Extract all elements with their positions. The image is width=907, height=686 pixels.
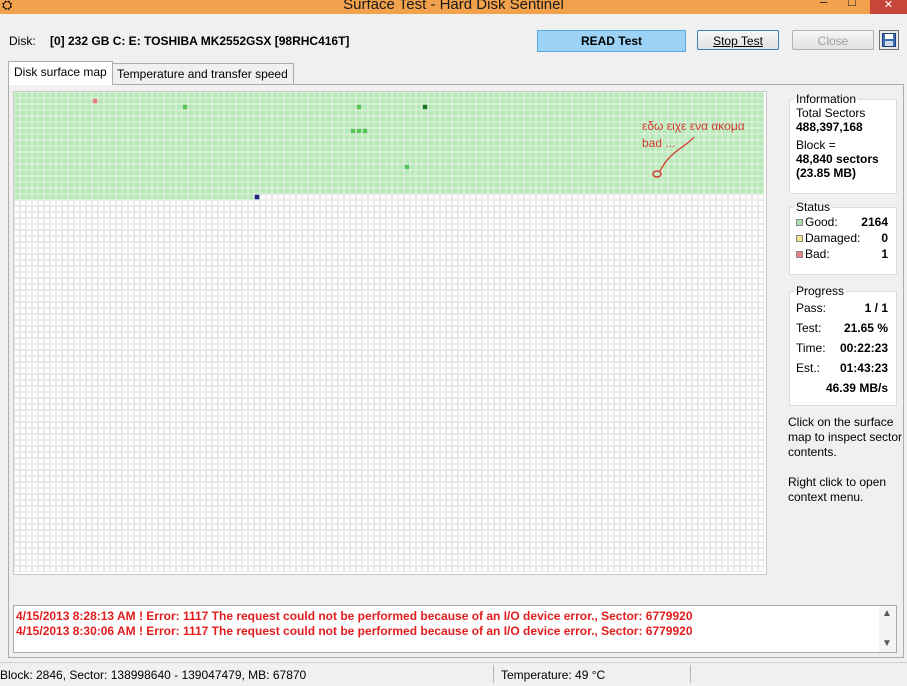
status-good-row: Good: 2164 [796, 214, 890, 230]
time-label: Time: [796, 341, 826, 355]
status-separator [690, 665, 691, 683]
damaged-swatch-icon [796, 235, 803, 243]
bad-label: Bad: [805, 247, 830, 261]
scroll-down-icon[interactable]: ▼ [882, 638, 892, 649]
log-line: 4/15/2013 8:30:06 AM ! Error: 1117 The r… [16, 624, 693, 638]
minimize-icon[interactable]: – [820, 0, 827, 9]
close-button[interactable]: Close [792, 30, 874, 50]
status-bar: Block: 2846, Sector: 138998640 - 1390474… [0, 662, 907, 686]
total-sectors-label: Total Sectors [796, 106, 866, 120]
information-group: Information Total Sectors 488,397,168 Bl… [789, 92, 897, 194]
annotation-arrow [652, 136, 695, 178]
title-bar: ⛭ Surface Test - Hard Disk Sentinel – □ … [0, 0, 907, 14]
block-size-value: (23.85 MB) [796, 166, 857, 180]
block-label: Block = [796, 138, 836, 152]
stop-test-label: Stop Test [713, 34, 763, 48]
damaged-count: 0 [881, 231, 888, 245]
status-legend: Status [796, 200, 831, 214]
good-label: Good: [805, 215, 838, 229]
log-line: 4/15/2013 8:28:13 AM ! Error: 1117 The r… [16, 609, 693, 623]
disk-selector: [0] 232 GB C: E: TOSHIBA MK2552GSX [98RH… [50, 34, 350, 48]
speed-row: 46.39 MB/s [796, 378, 890, 398]
stop-test-button[interactable]: Stop Test [697, 30, 779, 50]
speed-value: 46.39 MB/s [825, 381, 888, 395]
status-group: Status Good: 2164 Damaged: 0 Bad: 1 [789, 200, 897, 275]
window-title: Surface Test - Hard Disk Sentinel [343, 0, 564, 13]
test-type-indicator: READ Test [537, 30, 686, 52]
temperature-readout: Temperature: 49 °C [501, 668, 606, 682]
progress-legend: Progress [796, 284, 845, 298]
status-bad-row: Bad: 1 [796, 246, 890, 262]
bad-swatch-icon [796, 251, 803, 259]
tab-disk-surface-map[interactable]: Disk surface map [8, 61, 113, 85]
progress-group: Progress Pass: 1 / 1 Test: 21.65 % Time:… [789, 284, 897, 406]
good-count: 2164 [861, 215, 888, 229]
test-percent: 21.65 % [843, 321, 888, 335]
scroll-up-icon[interactable]: ▲ [882, 608, 892, 619]
block-sectors-value: 48,840 sectors [796, 152, 879, 166]
pass-row: Pass: 1 / 1 [796, 298, 890, 318]
information-legend: Information [796, 92, 857, 106]
error-log[interactable]: 4/15/2013 8:28:13 AM ! Error: 1117 The r… [13, 605, 897, 653]
est-value: 01:43:23 [839, 361, 888, 375]
test-row: Test: 21.65 % [796, 318, 890, 338]
help-context-text: Right click to open context menu. [788, 475, 887, 504]
block-info: Block: 2846, Sector: 138998640 - 1390474… [0, 668, 307, 682]
status-damaged-row: Damaged: 0 [796, 230, 890, 246]
test-label: Test: [796, 321, 822, 335]
pass-label: Pass: [796, 301, 827, 315]
close-window-icon[interactable]: ✕ [870, 0, 907, 14]
bad-count: 1 [881, 247, 888, 261]
est-row: Est.: 01:43:23 [796, 358, 890, 378]
est-label: Est.: [796, 361, 821, 375]
time-row: Time: 00:22:23 [796, 338, 890, 358]
disk-label: Disk: [9, 34, 36, 48]
help-inspect-text: Click on the surface map to inspect sect… [788, 415, 903, 459]
status-separator [493, 665, 494, 683]
pass-value: 1 / 1 [864, 301, 888, 315]
tab-temperature-transfer-speed[interactable]: Temperature and transfer speed [111, 63, 294, 84]
damaged-label: Damaged: [805, 231, 861, 245]
maximize-icon[interactable]: □ [848, 0, 856, 9]
time-value: 00:22:23 [839, 341, 888, 355]
good-swatch-icon [796, 219, 803, 227]
total-sectors-value: 488,397,168 [796, 120, 863, 134]
save-icon[interactable] [879, 30, 899, 50]
log-scrollbar[interactable]: ▲ ▼ [879, 606, 896, 652]
